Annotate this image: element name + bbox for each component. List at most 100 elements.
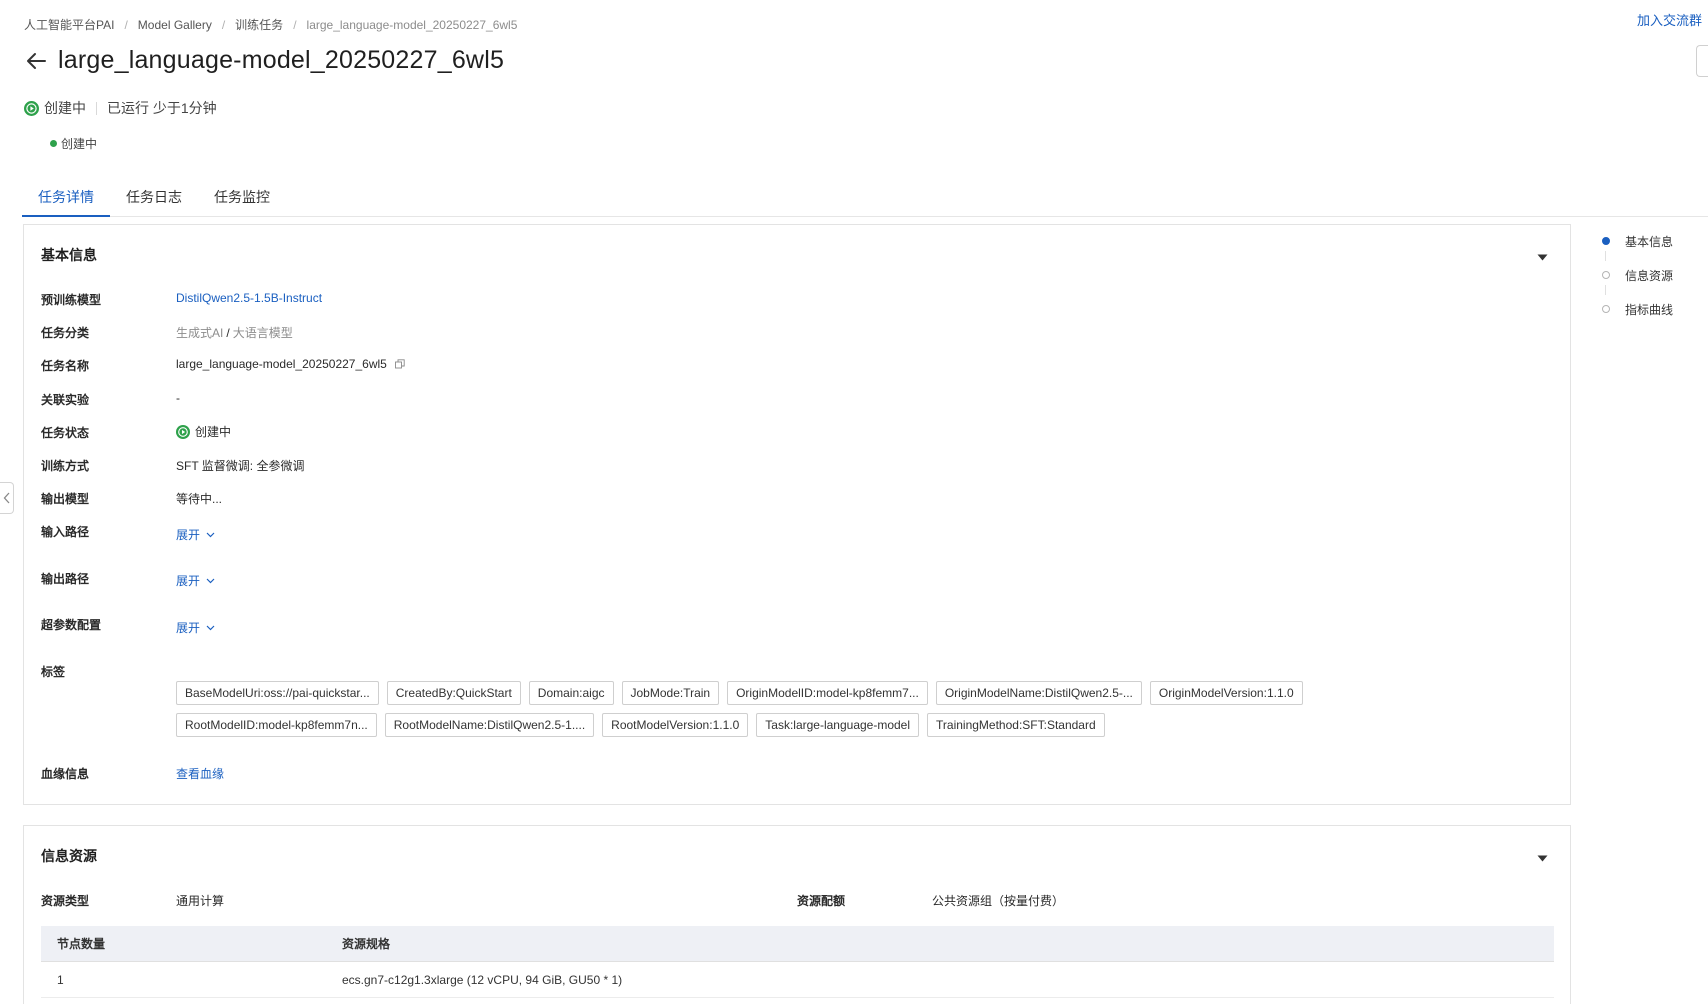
header-node-count: 节点数量 <box>57 937 106 951</box>
running-status-icon <box>176 424 190 439</box>
anchor-dot-icon <box>1602 271 1610 279</box>
input-path-expand-label: 展开 <box>176 528 201 542</box>
task-name-value: large_language-model_20250227_6wl5 <box>176 357 405 371</box>
sub-status: 创建中 <box>50 135 97 152</box>
task-category-primary: 生成式AI <box>176 326 224 340</box>
tab-task-details[interactable]: 任务详情 <box>22 180 110 217</box>
copy-icon[interactable] <box>394 359 405 369</box>
tag: TrainingMethod:SFT:Standard <box>927 713 1105 737</box>
training-method-value: SFT 监督微调: 全参微调 <box>176 459 305 473</box>
task-category-secondary: 大语言模型 <box>232 326 293 340</box>
status-dot-icon <box>50 140 57 147</box>
breadcrumb-separator: / <box>221 17 226 32</box>
table-header: 节点数量 资源规格 <box>41 926 1554 962</box>
breadcrumb-separator: / <box>124 17 128 32</box>
anchor-navigation: 基本信息 信息资源 指标曲线 <box>1602 224 1673 326</box>
sub-status-label: 创建中 <box>61 137 98 151</box>
title-row: large_language-model_20250227_6wl5 <box>24 46 504 75</box>
output-model-value: 等待中... <box>176 492 223 506</box>
status-line: 创建中 已运行 少于1分钟 <box>24 98 217 118</box>
tag-list: BaseModelUri:oss://pai-quickstar... Crea… <box>176 681 1476 745</box>
join-group-link[interactable]: 加入交流群 <box>1637 10 1702 29</box>
anchor-label: 基本信息 <box>1625 234 1674 249</box>
task-category-separator: / <box>226 325 230 340</box>
tag: Domain:aigc <box>528 681 614 705</box>
pretrained-model-link[interactable]: DistilQwen2.5-1.5B-Instruct <box>176 291 322 305</box>
chevron-down-icon <box>206 578 215 583</box>
anchor-resource-info[interactable]: 信息资源 <box>1602 251 1674 292</box>
basic-info-panel: 基本信息 预训练模型 DistilQwen2.5-1.5B-Instruct 任… <box>23 224 1571 805</box>
running-status-icon <box>24 100 39 116</box>
breadcrumb-separator: / <box>293 17 297 32</box>
collapse-basic-info-icon[interactable] <box>1537 249 1548 264</box>
collapse-resource-info-icon[interactable] <box>1537 850 1548 865</box>
tab-task-logs[interactable]: 任务日志 <box>110 180 198 217</box>
breadcrumb-current-task: large_language-model_20250227_6wl5 <box>306 17 518 32</box>
breadcrumb: 人工智能平台PAI / Model Gallery / 训练任务 / large… <box>24 16 517 33</box>
anchor-label: 指标曲线 <box>1625 302 1674 317</box>
task-name-text: large_language-model_20250227_6wl5 <box>176 357 387 371</box>
breadcrumb-model-gallery[interactable]: Model Gallery <box>138 18 212 32</box>
tag: BaseModelUri:oss://pai-quickstar... <box>176 681 379 705</box>
anchor-label: 信息资源 <box>1625 268 1674 283</box>
view-lineage-link[interactable]: 查看血缘 <box>176 765 224 782</box>
output-path-expand-label: 展开 <box>176 574 201 588</box>
tag: RootModelVersion:1.1.0 <box>602 713 749 737</box>
resource-type-value: 通用计算 <box>176 894 225 908</box>
tab-task-monitoring[interactable]: 任务监控 <box>198 180 286 217</box>
status-divider <box>96 101 97 115</box>
header-resource-spec: 资源规格 <box>342 937 391 951</box>
cell-node-count: 1 <box>57 972 64 987</box>
related-experiment-label: 关联实验 <box>41 393 90 407</box>
breadcrumb-pai[interactable]: 人工智能平台PAI <box>24 16 114 33</box>
resource-quota-value: 公共资源组（按量付费） <box>932 894 1065 908</box>
tag: OriginModelName:DistilQwen2.5-... <box>935 681 1142 705</box>
tag: CreatedBy:QuickStart <box>386 681 521 705</box>
hyperparams-expand-button[interactable]: 展开 <box>176 619 215 636</box>
tab-bar: 任务详情 任务日志 任务监控 <box>22 180 1708 217</box>
task-status-label: 任务状态 <box>41 426 90 440</box>
task-status-text: 创建中 <box>195 425 232 439</box>
collapse-sidebar-button[interactable] <box>0 482 14 514</box>
breadcrumb-training-tasks[interactable]: 训练任务 <box>235 16 283 33</box>
anchor-connector <box>1605 285 1606 295</box>
chevron-down-icon <box>206 532 215 537</box>
resource-table: 节点数量 资源规格 1 ecs.gn7-c12g1.3xlarge (12 vC… <box>41 926 1554 998</box>
anchor-connector <box>1605 251 1606 261</box>
task-category-label: 任务分类 <box>41 326 90 340</box>
anchor-metric-curves[interactable]: 指标曲线 <box>1602 285 1674 326</box>
chevron-down-icon <box>206 625 215 630</box>
tag: JobMode:Train <box>621 681 720 705</box>
anchor-dot-icon <box>1602 237 1610 245</box>
resource-info-title: 信息资源 <box>41 848 97 864</box>
resource-info-panel: 信息资源 资源类型 通用计算 资源配额 公共资源组（按量付费） 节点数量 资源规… <box>23 825 1571 1004</box>
status-label: 创建中 <box>44 100 86 116</box>
input-path-expand-button[interactable]: 展开 <box>176 526 215 543</box>
pretrained-model-label: 预训练模型 <box>41 293 102 307</box>
resource-type-label: 资源类型 <box>41 894 90 908</box>
back-arrow-icon[interactable] <box>24 49 48 73</box>
anchor-dot-icon <box>1602 305 1610 313</box>
output-model-label: 输出模型 <box>41 492 90 506</box>
tags-label: 标签 <box>41 665 66 679</box>
basic-info-title: 基本信息 <box>41 247 97 263</box>
tag: OriginModelID:model-kp8femm7... <box>727 681 928 705</box>
hyperparams-label: 超参数配置 <box>41 618 102 632</box>
cell-resource-spec: ecs.gn7-c12g1.3xlarge (12 vCPU, 94 GiB, … <box>342 972 623 987</box>
tag: OriginModelVersion:1.1.0 <box>1149 681 1303 705</box>
task-name-label: 任务名称 <box>41 359 90 373</box>
chevron-left-icon <box>3 492 9 504</box>
anchor-basic-info[interactable]: 基本信息 <box>1602 224 1673 258</box>
hyperparams-expand-label: 展开 <box>176 621 201 635</box>
tag: RootModelName:DistilQwen2.5-1.... <box>384 713 595 737</box>
task-status-value: 创建中 <box>176 423 231 440</box>
right-edge-button[interactable] <box>1696 45 1708 77</box>
tag: RootModelID:model-kp8femm7n... <box>176 713 377 737</box>
runtime-text: 已运行 少于1分钟 <box>107 100 217 116</box>
related-experiment-value: - <box>176 391 180 405</box>
output-path-expand-button[interactable]: 展开 <box>176 572 215 589</box>
training-method-label: 训练方式 <box>41 459 90 473</box>
lineage-label: 血缘信息 <box>41 767 90 781</box>
page-title: large_language-model_20250227_6wl5 <box>58 46 505 74</box>
tag: Task:large-language-model <box>756 713 920 737</box>
